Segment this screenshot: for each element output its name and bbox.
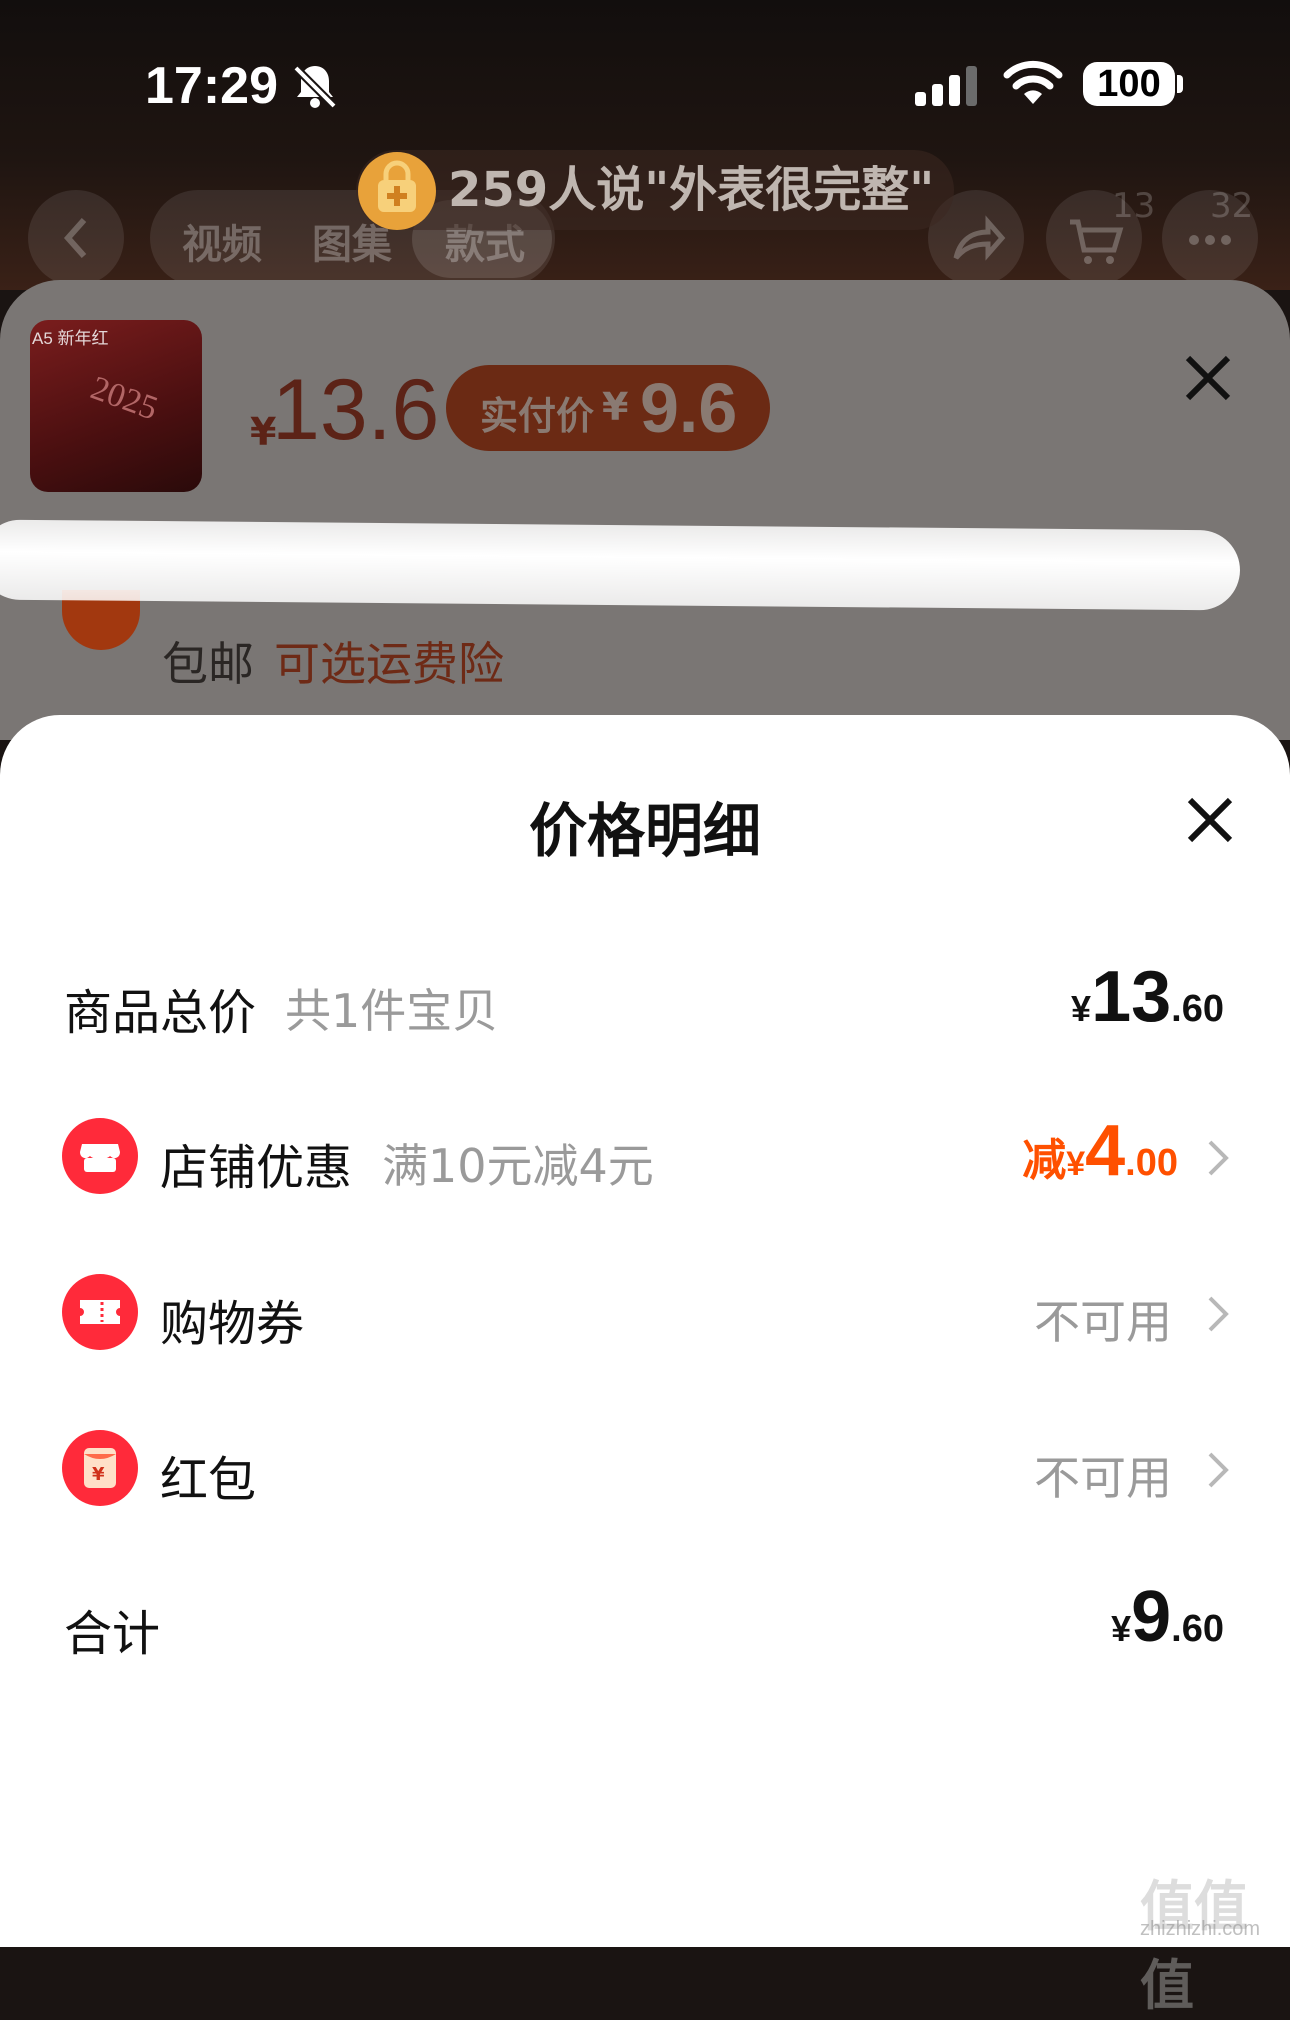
thumb-tag: A5 新年红 (32, 329, 109, 348)
store-discount-rule: 满10元减4元 (382, 1139, 654, 1193)
more-count: 32 (1210, 186, 1254, 226)
coupon-icon (62, 1274, 138, 1350)
store-discount-amount[interactable]: 减¥4.00 (1022, 1110, 1178, 1192)
wifi-icon (1003, 60, 1063, 104)
chevron-left-icon (63, 218, 87, 258)
total-currency: ¥ (1071, 988, 1092, 1029)
red-packet-status[interactable]: 不可用 (1034, 1442, 1172, 1508)
watermark-logo: 值值值 (1140, 1875, 1248, 2017)
tab-video[interactable]: 视频 (182, 212, 262, 270)
total-dec: .60 (1171, 988, 1224, 1030)
actual-pay-currency: ¥ (602, 385, 629, 429)
actual-pay-label: 实付价 (480, 394, 595, 438)
sum-label: 合计 (64, 1606, 161, 1662)
cart-count: 13 (1112, 186, 1156, 226)
screen-glare (0, 519, 1241, 611)
red-packet-symbol: ¥ (92, 1464, 105, 1485)
coupon-label: 购物券 (160, 1296, 305, 1352)
product-price: 13.6 (272, 362, 440, 458)
battery-indicator: 100 (1083, 62, 1175, 106)
cellular-signal-icon (915, 66, 977, 106)
discount-int: 4 (1085, 1111, 1126, 1191)
total-count: 共1件宝贝 (285, 984, 499, 1038)
chevron-right-icon[interactable] (1204, 1448, 1232, 1492)
store-discount-label: 店铺优惠 (160, 1140, 353, 1196)
actual-pay-price: 9.6 (640, 369, 738, 447)
sheet-title: 价格明细 (528, 797, 761, 865)
close-icon[interactable] (1182, 792, 1238, 848)
total-label: 商品总价 (64, 985, 257, 1041)
package-icon (358, 152, 436, 230)
chevron-right-icon[interactable] (1204, 1136, 1232, 1180)
thumb-year: 2025 (85, 369, 163, 428)
red-packet-icon: ¥ (62, 1430, 138, 1506)
sum-int: 9 (1131, 1577, 1172, 1657)
discount-dec: .00 (1125, 1142, 1178, 1184)
shipping-insurance-option[interactable]: 可选运费险 (274, 628, 504, 694)
bell-muted-icon (293, 65, 337, 109)
red-packet-label: 红包 (160, 1452, 257, 1508)
status-time: 17:29 (145, 57, 278, 115)
sum-amount: ¥9.60 (1111, 1576, 1224, 1658)
discount-prefix: 减 (1022, 1135, 1067, 1186)
sum-currency: ¥ (1111, 1608, 1132, 1649)
total-amount: ¥13.60 (1071, 956, 1224, 1038)
product-thumbnail[interactable]: A5 新年红 2025 (30, 320, 202, 492)
back-button[interactable] (28, 190, 124, 286)
chevron-right-icon[interactable] (1204, 1292, 1232, 1336)
review-highlight: 259人说"外表很完整" (356, 150, 955, 230)
store-icon (62, 1118, 138, 1194)
close-sku-icon[interactable] (1180, 350, 1236, 406)
total-int: 13 (1091, 957, 1172, 1037)
battery-nub (1177, 75, 1183, 93)
shipping-label: 包邮 (162, 637, 254, 691)
coupon-status[interactable]: 不可用 (1034, 1286, 1172, 1352)
watermark-url: zhizhizhi.com (1140, 1918, 1261, 1940)
discount-currency: ¥ (1066, 1145, 1086, 1183)
sum-dec: .60 (1171, 1608, 1224, 1650)
